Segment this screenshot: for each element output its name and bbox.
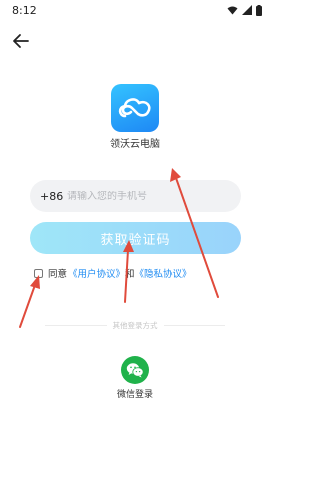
signal-icon [242,5,252,15]
phone-input[interactable] [67,190,227,202]
app-name: 领沃云电脑 [110,139,160,150]
app-logo [111,84,159,132]
privacy-policy-link[interactable]: 《隐私协议》 [135,266,192,280]
wechat-icon [126,363,144,378]
agreement-checkbox[interactable] [34,268,43,278]
country-code[interactable]: +86 [40,190,67,203]
back-button[interactable] [10,30,32,52]
status-icons [227,4,262,16]
phone-field[interactable]: +86 [30,180,241,212]
user-agreement-link[interactable]: 《用户协议》 [68,266,125,280]
status-time: 8:12 [12,3,37,17]
status-bar: 8:12 [0,0,270,20]
agreement-row: 同意 《用户协议》 和 《隐私协议》 [34,266,192,280]
agreement-and: 和 [125,269,135,280]
wechat-login-label: 微信登录 [116,390,153,400]
battery-icon [256,4,262,16]
annotation-arrow-checkbox [19,284,36,328]
agree-prefix: 同意 [48,269,68,280]
wechat-login-button[interactable] [121,356,149,384]
cloud-logo-icon [118,98,151,118]
divider-line-left [45,324,107,326]
wifi-icon [227,6,238,14]
get-code-button[interactable]: 获取验证码 [30,222,241,254]
other-login-label: 其他登录方式 [112,320,158,330]
login-screen: 8:12 领沃云电脑 +86 获取验证码 [0,0,270,480]
other-login-divider: 其他登录方式 [45,320,225,330]
divider-line-right [163,324,225,326]
arrow-left-icon [13,34,29,48]
